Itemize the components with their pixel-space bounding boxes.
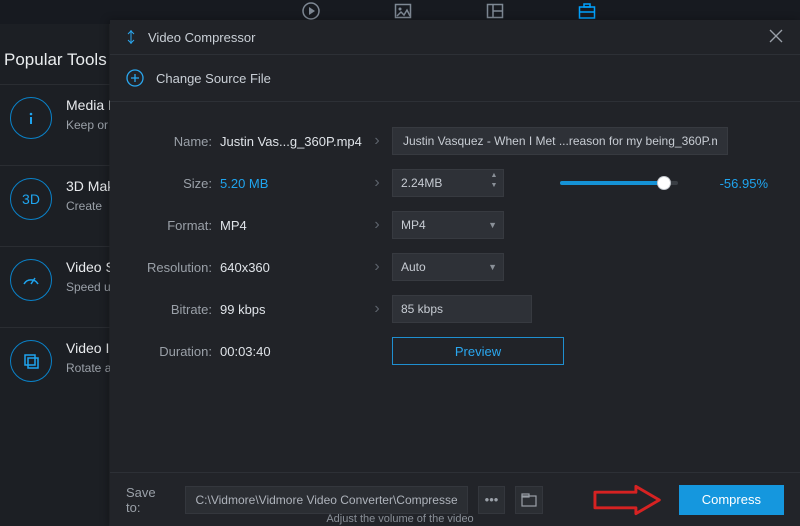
resolution-selected: Auto <box>401 260 426 274</box>
resolution-select[interactable]: Auto ▼ <box>392 253 504 281</box>
sidebar-title: Popular Tools <box>0 24 109 84</box>
row-format: Format: MP4 › MP4 ▼ <box>128 204 782 246</box>
row-source-value: MP4 <box>220 218 362 233</box>
three-d-icon: 3D <box>10 178 52 220</box>
size-slider[interactable] <box>560 181 678 185</box>
row-size: Size: 5.20 MB › ▲▼ -56.95% <box>128 162 782 204</box>
output-size-stepper[interactable]: ▲▼ <box>392 169 504 197</box>
caret-down-icon: ▼ <box>488 220 497 230</box>
dialog-body: Name: Justin Vas...g_360P.mp4 › Size: 5.… <box>110 102 800 376</box>
save-path-input[interactable] <box>185 486 468 514</box>
toolbox-icon[interactable] <box>576 0 598 22</box>
row-label: Name: <box>128 134 220 149</box>
chevron-right-icon: › <box>362 258 392 276</box>
caret-down-icon: ▼ <box>488 262 497 272</box>
compress-icon <box>124 30 138 44</box>
format-select[interactable]: MP4 ▼ <box>392 211 504 239</box>
caret-up-icon[interactable]: ▲ <box>489 172 499 180</box>
more-options-button[interactable]: ••• <box>478 486 505 514</box>
compress-button[interactable]: Compress <box>679 485 784 515</box>
info-icon <box>10 97 52 139</box>
layers-icon <box>10 340 52 382</box>
preview-button[interactable]: Preview <box>392 337 564 365</box>
row-bitrate: Bitrate: 99 kbps › <box>128 288 782 330</box>
open-folder-button[interactable] <box>515 486 542 514</box>
play-icon[interactable] <box>300 0 322 22</box>
change-source-row[interactable]: Change Source File <box>110 54 800 102</box>
output-name-input[interactable] <box>392 127 728 155</box>
close-icon[interactable] <box>768 28 786 46</box>
change-source-label: Change Source File <box>156 71 271 86</box>
image-icon[interactable] <box>392 0 414 22</box>
chevron-right-icon: › <box>362 300 392 318</box>
dialog: Video Compressor Change Source File Name… <box>110 20 800 526</box>
status-caption: Adjust the volume of the video <box>0 512 800 526</box>
caret-down-icon[interactable]: ▼ <box>489 182 499 190</box>
row-source-value: Justin Vas...g_360P.mp4 <box>220 134 362 149</box>
row-label: Format: <box>128 218 220 233</box>
save-label: Save to: <box>126 485 173 515</box>
red-arrow-annotation <box>593 484 663 516</box>
chevron-right-icon: › <box>362 174 392 192</box>
plus-circle-icon <box>126 69 144 87</box>
row-label: Bitrate: <box>128 302 220 317</box>
bitrate-input[interactable] <box>392 295 532 323</box>
row-source-value: 5.20 MB <box>220 176 362 191</box>
format-selected: MP4 <box>401 218 426 232</box>
chevron-right-icon: › <box>362 132 392 150</box>
dialog-header: Video Compressor <box>110 20 800 54</box>
row-label: Size: <box>128 176 220 191</box>
sidebar-item-label: 3D Mak <box>66 178 114 194</box>
row-source-value: 99 kbps <box>220 302 362 317</box>
row-resolution: Resolution: 640x360 › Auto ▼ <box>128 246 782 288</box>
row-duration: Duration: 00:03:40 › Preview <box>128 330 782 372</box>
dialog-title: Video Compressor <box>148 30 255 45</box>
output-size-value[interactable] <box>393 176 473 190</box>
row-label: Duration: <box>128 344 220 359</box>
row-source-value: 00:03:40 <box>220 344 362 359</box>
row-label: Resolution: <box>128 260 220 275</box>
chevron-right-icon: › <box>362 216 392 234</box>
size-delta: -56.95% <box>708 176 768 191</box>
sidebar-item-desc: Create <box>66 198 114 214</box>
row-source-value: 640x360 <box>220 260 362 275</box>
panels-icon[interactable] <box>484 0 506 22</box>
sidebar: Popular Tools Media IKeep or want 3D 3D … <box>0 24 110 526</box>
row-name: Name: Justin Vas...g_360P.mp4 › <box>128 120 782 162</box>
gauge-icon <box>10 259 52 301</box>
